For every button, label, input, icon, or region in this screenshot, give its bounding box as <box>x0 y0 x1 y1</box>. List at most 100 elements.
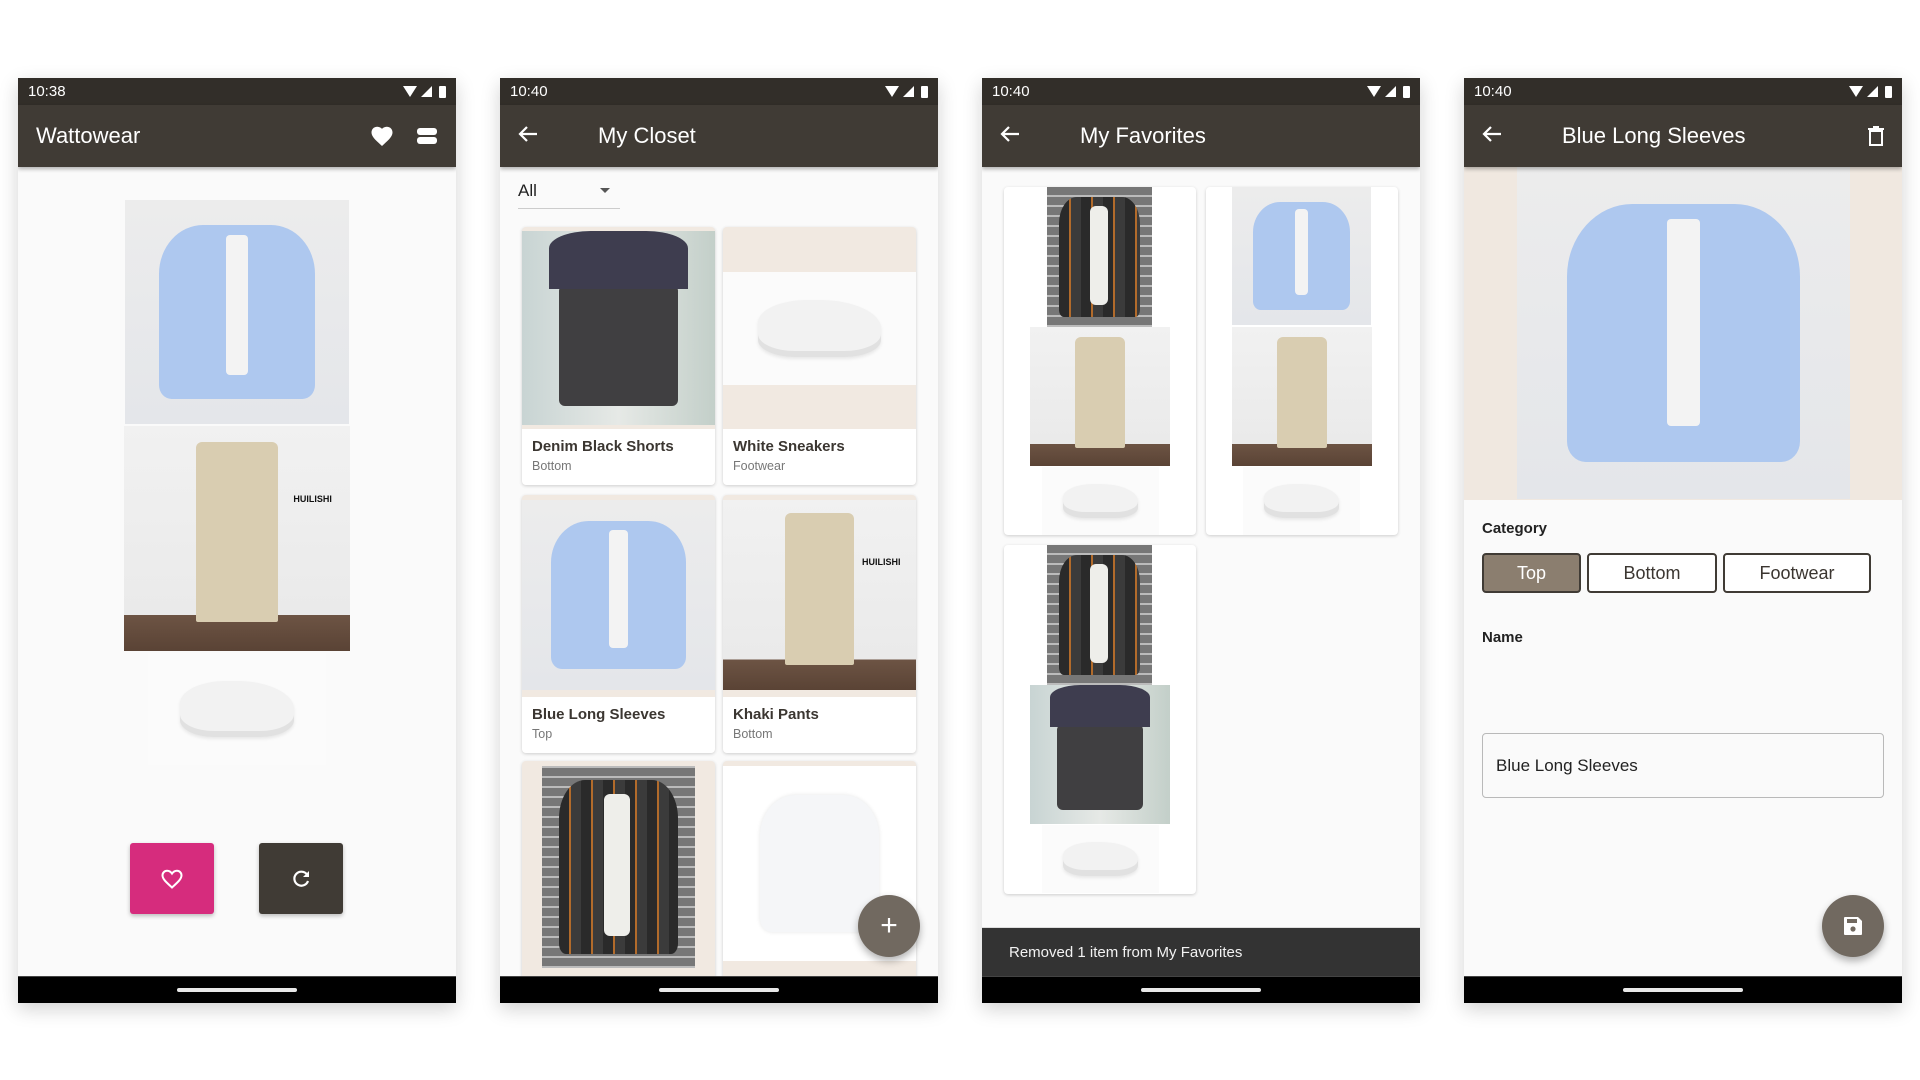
item-category: Footwear <box>733 459 786 473</box>
favorite-bottom-image <box>1030 685 1170 824</box>
snackbar: Removed 1 item from My Favorites <box>982 927 1420 976</box>
item-name: White Sneakers <box>733 438 845 455</box>
shorts-graphic <box>549 231 688 406</box>
status-icons <box>1367 85 1410 98</box>
item-name: Khaki Pants <box>733 706 819 723</box>
favorite-outfit-card[interactable] <box>1004 187 1196 535</box>
card-text: Khaki Pants Bottom <box>723 697 916 753</box>
phone-closet-screen: 10:40 My Closet All Denim Black Shorts B… <box>500 78 938 1003</box>
shorts-graphic <box>1049 685 1151 811</box>
flannel-shirt-graphic <box>1058 196 1141 318</box>
wifi-icon <box>1849 86 1863 97</box>
category-chip-footwear[interactable]: Footwear <box>1723 553 1871 593</box>
outfit-top-image <box>125 200 349 424</box>
category-chip-bottom[interactable]: Bottom <box>1587 553 1717 593</box>
khaki-pants-graphic <box>1074 336 1126 448</box>
closet-item-card[interactable]: HUILISHI Khaki Pants Bottom <box>723 495 916 753</box>
app-bar: Wattowear <box>18 105 456 167</box>
closet-item-card[interactable]: White Sneakers Footwear <box>723 227 916 485</box>
favorite-outfit-button[interactable] <box>130 843 214 914</box>
closet-item-card[interactable]: Denim Black Shorts Bottom <box>522 227 715 485</box>
system-nav-bar <box>18 976 456 1003</box>
favorite-footwear-image <box>1243 467 1360 535</box>
stack-icon <box>417 128 437 144</box>
battery-icon <box>1403 85 1410 98</box>
favorite-bottom-image <box>1232 327 1372 466</box>
regenerate-outfit-button[interactable] <box>259 843 343 914</box>
trash-icon <box>1868 126 1884 146</box>
save-fab[interactable] <box>1822 895 1884 957</box>
system-nav-bar <box>500 976 938 1003</box>
dropdown-arrow-icon <box>600 188 610 193</box>
item-image <box>542 766 695 968</box>
item-image <box>723 272 916 385</box>
status-time: 10:40 <box>992 83 1030 100</box>
home-handle[interactable] <box>1623 988 1743 992</box>
item-name-input[interactable] <box>1482 733 1884 798</box>
wifi-icon <box>885 86 899 97</box>
closet-content: All Denim Black Shorts Bottom White Snea… <box>500 167 938 976</box>
outfit-content: HUILISHI <box>18 167 456 976</box>
item-category: Bottom <box>532 459 572 473</box>
wifi-icon <box>1367 86 1381 97</box>
plus-icon: + <box>880 909 898 942</box>
closet-item-card[interactable]: Blue Long Sleeves Top <box>522 495 715 753</box>
sneakers-graphic <box>1063 484 1138 518</box>
save-icon <box>1844 917 1862 935</box>
category-filter-dropdown[interactable]: All <box>518 173 620 209</box>
signal-icon <box>1385 86 1396 97</box>
screen-title: Blue Long Sleeves <box>1562 123 1746 148</box>
home-handle[interactable] <box>1141 988 1261 992</box>
item-name: Blue Long Sleeves <box>532 706 666 723</box>
phone-item-detail-screen: 10:40 Blue Long Sleeves Category Top Bot… <box>1464 78 1902 1003</box>
favorite-top-image <box>1232 187 1371 325</box>
blue-shirt-graphic <box>1566 203 1801 463</box>
screen-title: My Favorites <box>1080 123 1206 148</box>
home-handle[interactable] <box>659 988 779 992</box>
add-item-fab[interactable]: + <box>858 895 920 957</box>
back-button[interactable] <box>518 124 554 148</box>
sneakers-graphic <box>757 300 882 357</box>
status-bar: 10:40 <box>982 78 1420 105</box>
item-image-container <box>1464 167 1902 500</box>
pants-brand-label: HUILISHI <box>293 493 332 504</box>
favorite-bottom-image <box>1030 327 1170 466</box>
app-bar: Blue Long Sleeves <box>1464 105 1902 167</box>
card-text: White Sneakers Footwear <box>723 429 916 485</box>
closet-item-card[interactable] <box>522 761 715 976</box>
status-time: 10:38 <box>28 83 66 100</box>
item-category: Bottom <box>733 727 773 741</box>
item-image: HUILISHI <box>723 500 916 690</box>
favorite-outfit-card[interactable] <box>1004 545 1196 894</box>
battery-icon <box>921 85 928 98</box>
status-time: 10:40 <box>1474 83 1512 100</box>
blue-shirt-graphic <box>550 520 687 670</box>
status-icons <box>1849 85 1892 98</box>
item-image <box>522 231 715 425</box>
system-nav-bar <box>982 976 1420 1003</box>
favorites-button[interactable] <box>370 125 394 147</box>
status-icons <box>403 85 446 98</box>
category-label: Category <box>1482 520 1548 537</box>
arrow-back-icon <box>1000 126 1019 142</box>
home-handle[interactable] <box>177 988 297 992</box>
khaki-pants-graphic <box>784 513 855 666</box>
delete-button[interactable] <box>1868 126 1884 146</box>
status-bar: 10:38 <box>18 78 456 105</box>
signal-icon <box>1867 86 1878 97</box>
item-category: Top <box>532 727 553 741</box>
system-nav-bar <box>1464 976 1902 1003</box>
favorite-footwear-image <box>1042 825 1159 893</box>
flannel-shirt-graphic <box>1058 554 1141 676</box>
phone-favorites-screen: 10:40 My Favorites Removed 1 item from M… <box>982 78 1420 1003</box>
blue-shirt-graphic <box>1252 202 1351 310</box>
category-chip-top[interactable]: Top <box>1482 553 1581 593</box>
filter-selected-value: All <box>518 180 537 200</box>
item-image[interactable] <box>1517 167 1850 499</box>
battery-icon <box>1885 85 1892 98</box>
back-button[interactable] <box>1482 124 1518 148</box>
closet-button[interactable] <box>416 127 438 145</box>
back-button[interactable] <box>1000 124 1036 148</box>
favorite-outfit-card[interactable] <box>1206 187 1398 535</box>
name-label: Name <box>1482 629 1523 646</box>
